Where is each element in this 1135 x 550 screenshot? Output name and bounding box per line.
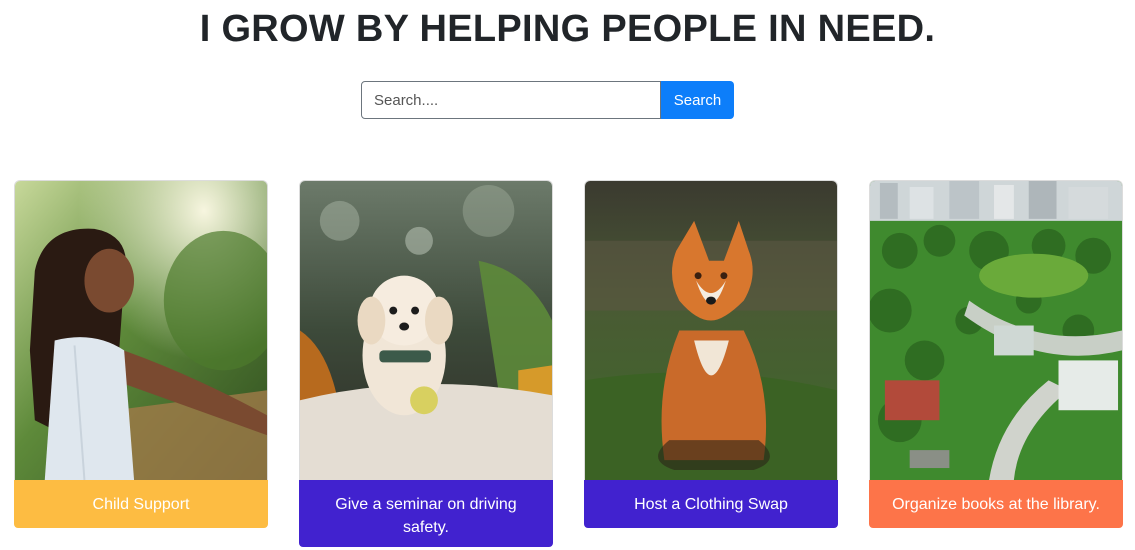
- card-label: Organize books at the library.: [869, 480, 1123, 528]
- page-title: I GROW BY HELPING PEOPLE IN NEED.: [199, 8, 936, 50]
- card-label: Host a Clothing Swap: [584, 480, 838, 528]
- card-label: Child Support: [14, 480, 268, 528]
- search-button[interactable]: Search: [661, 81, 734, 119]
- card-image-dog: [299, 180, 553, 480]
- card-image-girl: [14, 180, 268, 480]
- card-clothing-swap[interactable]: Host a Clothing Swap: [584, 180, 838, 528]
- card-image-park: [869, 180, 1123, 480]
- search-input[interactable]: [361, 81, 661, 119]
- card-driving-safety[interactable]: Give a seminar on driving safety.: [299, 180, 553, 547]
- search-form: Search: [361, 81, 734, 119]
- card-child-support[interactable]: Child Support: [14, 180, 268, 528]
- card-image-fox: [584, 180, 838, 480]
- card-organize-books[interactable]: Organize books at the library.: [869, 180, 1123, 528]
- card-label: Give a seminar on driving safety.: [299, 480, 553, 547]
